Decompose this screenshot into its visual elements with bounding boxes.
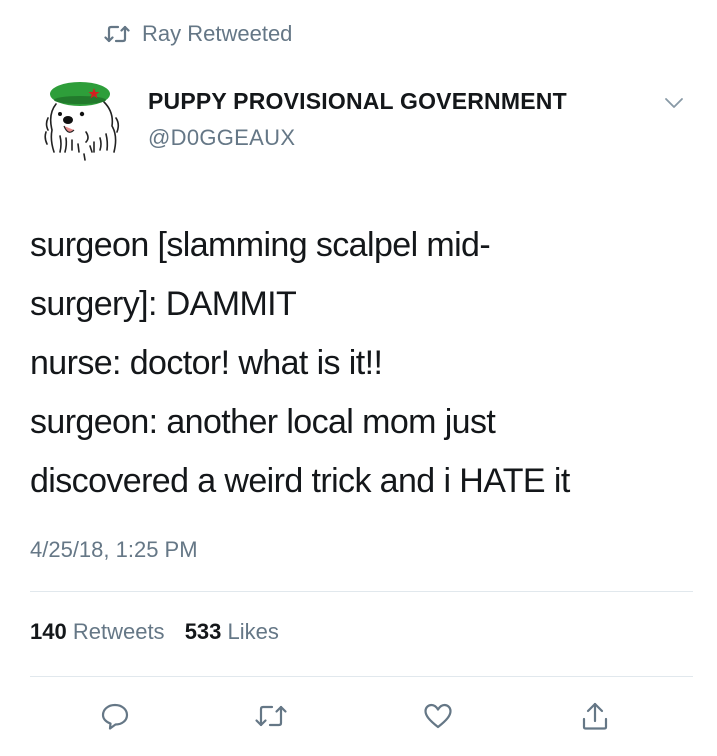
divider	[30, 591, 693, 592]
share-icon[interactable]	[575, 696, 615, 736]
retweet-icon[interactable]	[251, 696, 291, 736]
tweet-line: discovered a weird trick and i HATE it	[30, 462, 570, 500]
retweeted-by-text[interactable]: Ray Retweeted	[142, 21, 292, 47]
retweet-icon	[104, 24, 130, 44]
author-block[interactable]: PUPPY PROVISIONAL GOVERNMENT @D0GGEAUX	[148, 88, 567, 151]
likes-label: Likes	[227, 619, 279, 644]
like-icon[interactable]	[418, 696, 458, 736]
handle[interactable]: @D0GGEAUX	[148, 125, 567, 151]
timestamp[interactable]: 4/25/18, 1:25 PM	[30, 537, 198, 563]
tweet-text: surgeon [slamming scalpel mid- surgery]:…	[30, 216, 702, 511]
avatar[interactable]	[38, 74, 128, 168]
tweet-line: surgery]: DAMMIT	[30, 285, 297, 323]
tweet-stats: 140 Retweets 533 Likes	[30, 619, 279, 645]
likes-stat[interactable]: 533 Likes	[185, 619, 279, 644]
retweets-stat[interactable]: 140 Retweets	[30, 619, 165, 644]
chevron-down-icon[interactable]	[664, 96, 684, 114]
retweet-context: Ray Retweeted	[104, 18, 292, 50]
tweet-line: nurse: doctor! what is it!!	[30, 344, 383, 382]
tweet-line: surgeon [slamming scalpel mid-	[30, 226, 491, 264]
tweet-line: surgeon: another local mom just	[30, 403, 496, 441]
retweets-count: 140	[30, 619, 67, 644]
action-bar	[0, 696, 717, 736]
divider	[30, 676, 693, 677]
retweets-label: Retweets	[72, 619, 165, 644]
likes-count: 533	[184, 619, 222, 644]
reply-icon[interactable]	[95, 696, 135, 736]
display-name[interactable]: PUPPY PROVISIONAL GOVERNMENT	[148, 88, 567, 115]
